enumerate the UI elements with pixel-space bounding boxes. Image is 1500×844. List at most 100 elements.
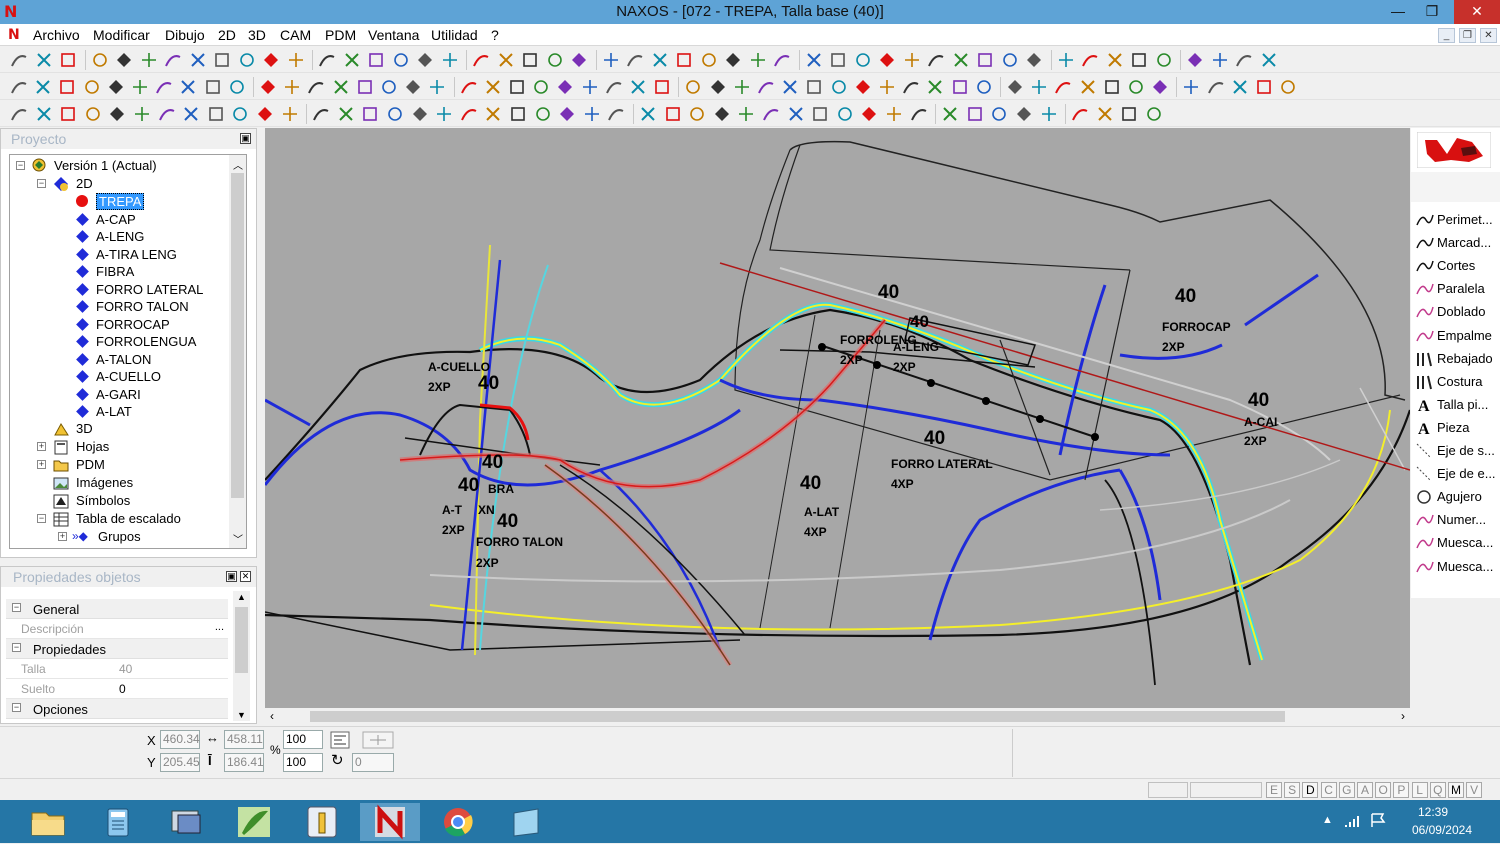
row3-tool-icon-14[interactable] — [337, 105, 355, 123]
row2-tool-icon-38[interactable] — [926, 78, 944, 96]
collapse-icon[interactable]: − — [37, 179, 46, 188]
tree-piece-a-talon[interactable]: A-TALON — [10, 351, 240, 369]
row1-tool-icon-14[interactable] — [343, 51, 361, 69]
row3-tool-icon-17[interactable] — [411, 105, 429, 123]
row2-tool-icon-50[interactable] — [1231, 78, 1249, 96]
tree-piece-a-cuello[interactable]: A-CUELLO — [10, 368, 240, 386]
row1-tool-icon-35[interactable] — [878, 51, 896, 69]
tree-piece-forro-lateral[interactable]: FORRO LATERAL — [10, 281, 240, 299]
scroll-up-icon[interactable]: ▲ — [237, 592, 246, 602]
menu-archivo[interactable]: Archivo — [33, 27, 80, 43]
maximize-button[interactable]: ❐ — [1415, 0, 1449, 24]
align-icon[interactable] — [330, 731, 350, 749]
menu-cam[interactable]: CAM — [280, 27, 311, 43]
tree-piece-a-tira-leng[interactable]: A-TIRA LENG — [10, 246, 240, 264]
row2-tool-icon-30[interactable] — [733, 78, 751, 96]
row1-tool-icon-27[interactable] — [675, 51, 693, 69]
row2-tool-icon-16[interactable] — [380, 78, 398, 96]
row2-tool-icon-21[interactable] — [508, 78, 526, 96]
row2-tool-icon-39[interactable] — [951, 78, 969, 96]
row3-tool-icon-22[interactable] — [534, 105, 552, 123]
category-general[interactable]: − General — [6, 599, 228, 619]
menu-modificar[interactable]: Modificar — [93, 27, 150, 43]
row2-tool-icon-42[interactable] — [1030, 78, 1048, 96]
tree-node-pdm[interactable]: + PDM — [10, 456, 240, 474]
row1-tool-icon-22[interactable] — [546, 51, 564, 69]
row1-tool-icon-39[interactable] — [976, 51, 994, 69]
tool-numer-13[interactable]: Numer... — [1415, 509, 1500, 531]
row3-tool-icon-46[interactable] — [1145, 105, 1163, 123]
mdi-restore-button[interactable]: ❐ — [1459, 28, 1476, 43]
collapse-icon[interactable]: − — [37, 514, 46, 523]
scroll-down-icon[interactable]: ▼ — [237, 710, 246, 720]
row1-tool-icon-5[interactable] — [115, 51, 133, 69]
menu-ventana[interactable]: Ventana — [368, 27, 419, 43]
property-descripcion[interactable]: Descripción ... — [6, 619, 228, 639]
taskbar-app-5[interactable] — [292, 803, 352, 841]
row3-tool-icon-15[interactable] — [361, 105, 379, 123]
row1-tool-icon-45[interactable] — [1130, 51, 1148, 69]
property-value[interactable]: 0 — [119, 682, 126, 696]
tool-cortes-2[interactable]: Cortes — [1415, 255, 1500, 277]
row2-tool-icon-10[interactable] — [228, 78, 246, 96]
row3-tool-icon-44[interactable] — [1096, 105, 1114, 123]
row3-tool-icon-13[interactable] — [312, 105, 330, 123]
row2-tool-icon-36[interactable] — [878, 78, 896, 96]
tool-paralela-3[interactable]: Paralela — [1415, 278, 1500, 300]
row2-tool-icon-29[interactable] — [709, 78, 727, 96]
row2-tool-icon-48[interactable] — [1182, 78, 1200, 96]
row2-tool-icon-49[interactable] — [1207, 78, 1225, 96]
tool-eje-de-s-10[interactable]: Eje de s... — [1415, 440, 1500, 462]
row3-tool-icon-45[interactable] — [1120, 105, 1138, 123]
tool-costura-7[interactable]: Costura — [1415, 371, 1500, 393]
collapse-icon[interactable]: − — [12, 643, 21, 652]
row2-tool-icon-35[interactable] — [854, 78, 872, 96]
status-toggle-g[interactable]: G — [1338, 782, 1355, 798]
row3-tool-icon-6[interactable] — [133, 105, 151, 123]
tree-node-imagenes[interactable]: Imágenes — [10, 474, 240, 492]
row1-tool-icon-40[interactable] — [1001, 51, 1019, 69]
tool-talla-pi-8[interactable]: A Talla pi... — [1415, 394, 1500, 416]
tree-piece-forro-talon[interactable]: FORRO TALON — [10, 298, 240, 316]
tool-muesca-14[interactable]: Muesca... — [1415, 532, 1500, 554]
row1-tool-icon-43[interactable] — [1081, 51, 1099, 69]
taskbar-calculator[interactable] — [88, 803, 148, 841]
scroll-thumb[interactable] — [310, 711, 1285, 722]
width-field[interactable]: 458.11 — [224, 730, 264, 749]
row2-tool-icon-28[interactable] — [684, 78, 702, 96]
row3-tool-icon-3[interactable] — [59, 105, 77, 123]
expand-icon[interactable]: + — [37, 442, 46, 451]
row2-tool-icon-13[interactable] — [307, 78, 325, 96]
pattern-drawing[interactable]: 40 40 40 FORROCAP 2XP FORROLENG 2XP A-LE… — [265, 128, 1410, 708]
row3-tool-icon-16[interactable] — [386, 105, 404, 123]
row1-tool-icon-31[interactable] — [773, 51, 791, 69]
row1-tool-icon-4[interactable] — [91, 51, 109, 69]
row2-tool-icon-15[interactable] — [356, 78, 374, 96]
tree-node-hojas[interactable]: + Hojas — [10, 438, 240, 456]
menu-utilidad[interactable]: Utilidad — [431, 27, 478, 43]
row2-tool-icon-18[interactable] — [428, 78, 446, 96]
mdi-minimize-button[interactable]: _ — [1438, 28, 1455, 43]
status-toggle-q[interactable]: Q — [1429, 782, 1446, 798]
tree-piece-fibra[interactable]: FIBRA — [10, 263, 240, 281]
row1-tool-icon-16[interactable] — [392, 51, 410, 69]
row2-tool-icon-44[interactable] — [1079, 78, 1097, 96]
status-toggle-o[interactable]: O — [1375, 782, 1392, 798]
row1-tool-icon-46[interactable] — [1155, 51, 1173, 69]
canvas-hscrollbar[interactable]: ‹ › — [265, 708, 1410, 725]
row1-tool-icon-10[interactable] — [238, 51, 256, 69]
row1-tool-icon-11[interactable] — [262, 51, 280, 69]
row3-tool-icon-20[interactable] — [484, 105, 502, 123]
row1-tool-icon-29[interactable] — [724, 51, 742, 69]
tool-muesca-15[interactable]: Muesca... — [1415, 556, 1500, 578]
row2-tool-icon-19[interactable] — [460, 78, 478, 96]
row2-tool-icon-27[interactable] — [653, 78, 671, 96]
row1-tool-icon-30[interactable] — [749, 51, 767, 69]
row2-tool-icon-40[interactable] — [975, 78, 993, 96]
status-toggle-p[interactable]: P — [1393, 782, 1410, 798]
row1-tool-icon-32[interactable] — [805, 51, 823, 69]
drawing-canvas[interactable]: 40 40 40 FORROCAP 2XP FORROLENG 2XP A-LE… — [265, 128, 1410, 708]
row3-tool-icon-9[interactable] — [207, 105, 225, 123]
property-suelto[interactable]: Suelto 0 — [6, 679, 228, 699]
row3-tool-icon-2[interactable] — [35, 105, 53, 123]
